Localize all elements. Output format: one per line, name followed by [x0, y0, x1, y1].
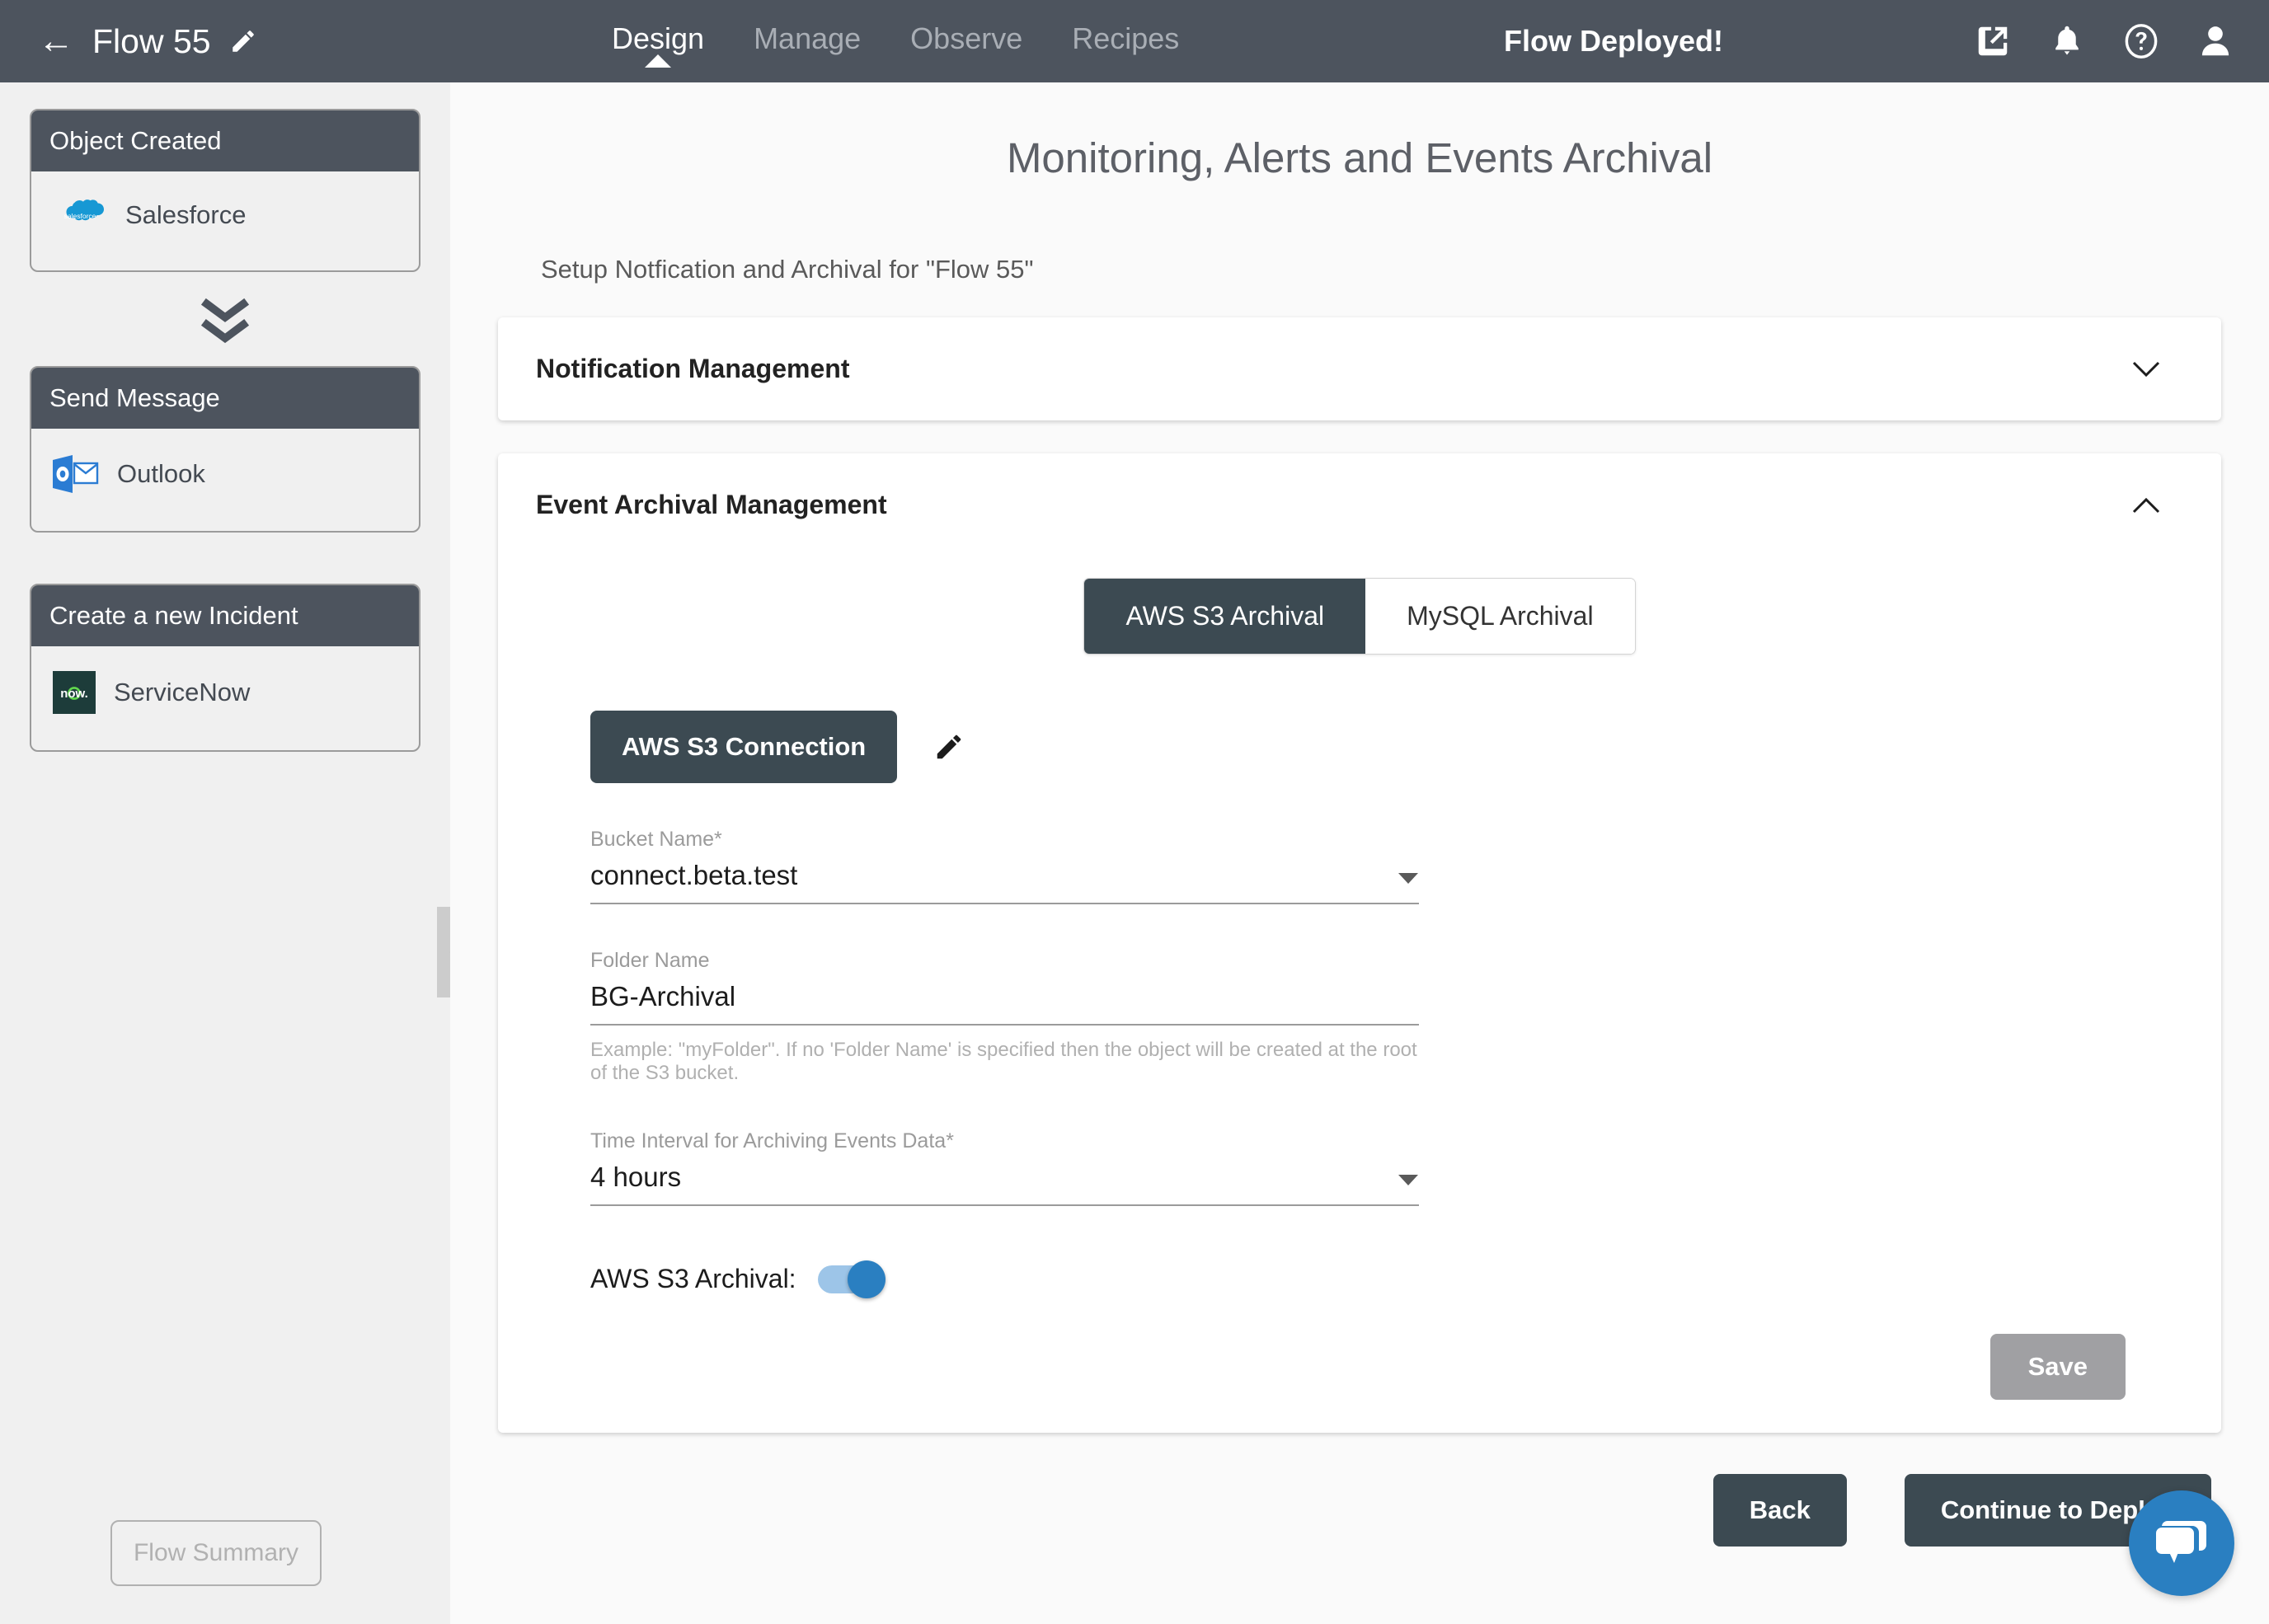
node-app-label: Outlook [117, 459, 205, 488]
flow-title: Flow 55 [92, 21, 211, 60]
field-label: Folder Name [590, 949, 710, 972]
svg-text:now.: now. [60, 687, 88, 701]
flow-sidebar: Object Created salesforce Salesforce Sen… [0, 82, 450, 1624]
field-folder-name: Folder Name BG-Archival Example: "myFold… [590, 949, 1419, 1085]
flow-deployed-status: Flow Deployed! [1503, 24, 1723, 58]
node-title: Create a new Incident [31, 585, 419, 646]
field-time-interval: Time Interval for Archiving Events Data*… [590, 1129, 1419, 1206]
toggle-knob [847, 1260, 886, 1298]
chevron-up-icon[interactable] [2132, 496, 2160, 514]
node-title: Send Message [31, 368, 419, 429]
outlook-logo [53, 455, 99, 493]
servicenow-logo: now. [53, 671, 96, 714]
field-value: 4 hours [590, 1162, 682, 1192]
aws-s3-archival-toggle-row: AWS S3 Archival: [590, 1260, 2183, 1298]
panel-body: AWS S3 Archival MySQL Archival AWS S3 Co… [498, 578, 2221, 1433]
setup-subtitle: Setup Notfication and Archival for "Flow… [541, 255, 1034, 284]
node-body: salesforce Salesforce [31, 171, 419, 270]
back-button[interactable]: Back [1712, 1474, 1847, 1547]
tab-observe[interactable]: Observe [910, 0, 1022, 56]
connection-row: AWS S3 Connection [590, 711, 2183, 783]
salesforce-logo: salesforce [64, 199, 104, 221]
tab-recipes[interactable]: Recipes [1072, 0, 1179, 56]
toggle-label: AWS S3 Archival: [590, 1264, 796, 1293]
help-icon[interactable] [2122, 22, 2160, 60]
folder-name-input[interactable]: BG-Archival [590, 981, 1419, 1026]
pencil-icon[interactable] [933, 731, 965, 763]
bottom-action-bar: Back Continue to Deploy [450, 1474, 2211, 1547]
flow-node-object-created[interactable]: Object Created salesforce Salesforce [30, 109, 420, 272]
field-hint: Example: "myFolder". If no 'Folder Name'… [590, 1039, 1417, 1084]
panel-event-archival-management: Event Archival Management AWS S3 Archiva… [498, 453, 2221, 1433]
header-right-group: Flow Deployed! [1504, 22, 2269, 60]
node-app-label: Salesforce [125, 200, 247, 229]
node-body: Outlook [31, 429, 419, 531]
tab-manage[interactable]: Manage [754, 0, 861, 56]
save-row: Save [536, 1334, 2183, 1400]
panel-title: Event Archival Management [536, 490, 887, 519]
node-body: now. ServiceNow [31, 646, 419, 750]
chevron-down-icon[interactable] [1398, 871, 1419, 885]
main-content-area: Monitoring, Alerts and Events Archival S… [450, 82, 2269, 1624]
time-interval-select[interactable]: 4 hours [590, 1162, 1419, 1206]
field-label: Bucket Name* [590, 828, 722, 851]
top-header-bar: ← Flow 55 Design Manage Observe Recipes … [0, 0, 2269, 82]
segmented-control: AWS S3 Archival MySQL Archival [1083, 578, 1636, 655]
field-label: Time Interval for Archiving Events Data* [590, 1129, 954, 1152]
aws-s3-connection-button[interactable]: AWS S3 Connection [590, 711, 898, 783]
page-title: Monitoring, Alerts and Events Archival [1006, 134, 1713, 181]
chevron-down-icon[interactable] [2132, 360, 2160, 378]
user-avatar-icon[interactable] [2196, 22, 2234, 60]
bell-icon[interactable] [2048, 22, 2086, 60]
chat-widget-button[interactable] [2129, 1490, 2234, 1596]
chevron-down-icon[interactable] [1398, 1173, 1419, 1186]
tab-aws-s3-archival[interactable]: AWS S3 Archival [1084, 579, 1366, 654]
tab-design[interactable]: Design [612, 0, 704, 56]
field-bucket-name: Bucket Name* connect.beta.test [590, 828, 1419, 904]
field-value: BG-Archival [590, 981, 736, 1011]
node-title: Object Created [31, 110, 419, 171]
panel-header[interactable]: Event Archival Management [498, 453, 2221, 556]
node-app-label: ServiceNow [114, 678, 251, 706]
back-arrow-icon[interactable]: ← [38, 23, 74, 59]
field-value: connect.beta.test [590, 860, 798, 890]
svg-text:salesforce: salesforce [64, 212, 96, 220]
flow-summary-button[interactable]: Flow Summary [110, 1520, 322, 1586]
double-chevron-down-icon [200, 298, 250, 344]
panel-title: Notification Management [536, 354, 850, 383]
chat-bubble-icon [2156, 1520, 2206, 1563]
archival-type-tabs: AWS S3 Archival MySQL Archival [536, 578, 2183, 655]
bucket-name-select[interactable]: connect.beta.test [590, 860, 1419, 904]
external-link-icon[interactable] [1974, 22, 2012, 60]
tab-mysql-archival[interactable]: MySQL Archival [1365, 579, 1635, 654]
flow-node-send-message[interactable]: Send Message Outlook [30, 366, 420, 533]
save-button[interactable]: Save [1989, 1334, 2126, 1400]
aws-s3-archival-toggle[interactable] [817, 1260, 886, 1298]
header-left-group: ← Flow 55 [0, 22, 577, 61]
panel-notification-management: Notification Management [498, 317, 2221, 420]
pencil-icon[interactable] [229, 27, 257, 55]
flow-node-create-incident[interactable]: Create a new Incident now. ServiceNow [30, 584, 420, 752]
main-nav-tabs: Design Manage Observe Recipes [612, 0, 1179, 82]
panel-header[interactable]: Notification Management [498, 317, 2221, 420]
